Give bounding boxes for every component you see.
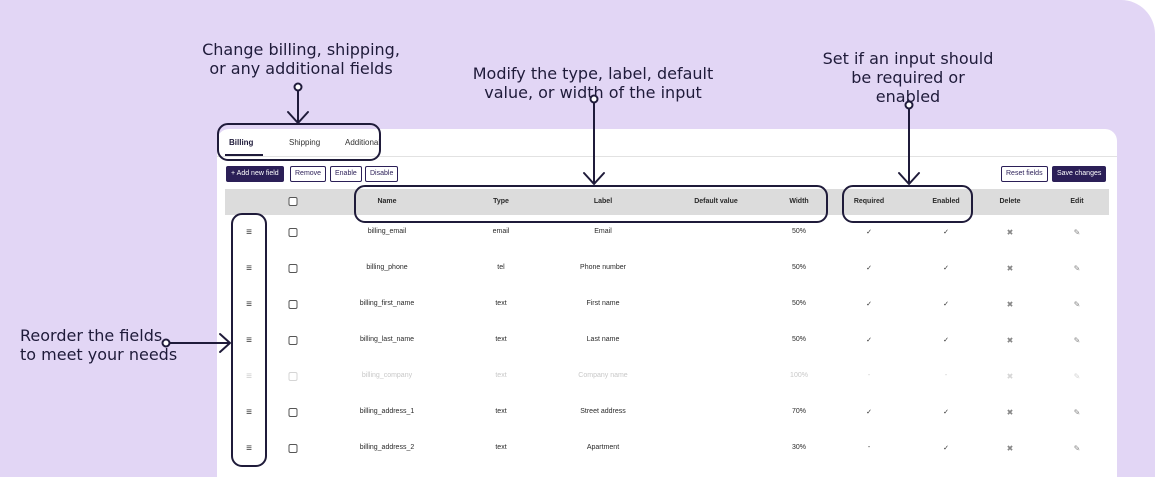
callout-required-dot bbox=[904, 100, 914, 110]
callout-modify-dot bbox=[589, 94, 599, 104]
callout-reorder-dot bbox=[161, 338, 171, 348]
callout-tabs-outline bbox=[217, 123, 381, 161]
callout-modify-outline bbox=[354, 185, 828, 223]
callout-required-outline bbox=[842, 185, 973, 223]
callout-reorder-outline bbox=[231, 213, 267, 467]
callout-tabs-dot bbox=[293, 82, 303, 92]
marketing-canvas: Change billing, shipping, or any additio… bbox=[0, 0, 1155, 477]
callout-overlay bbox=[161, 82, 973, 467]
